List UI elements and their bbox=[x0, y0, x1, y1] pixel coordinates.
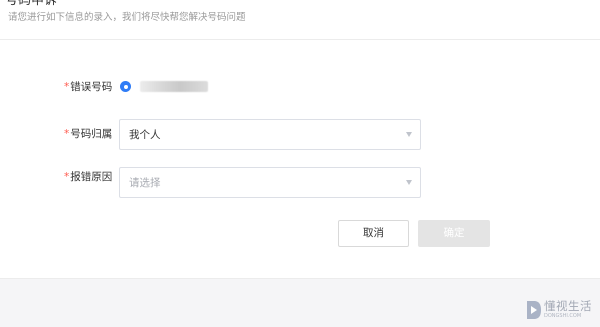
wrong-number-label: *错误号码 bbox=[64, 81, 113, 93]
ownership-label: *号码归属 bbox=[64, 128, 113, 140]
appeal-form bbox=[0, 40, 600, 278]
watermark-logo-icon bbox=[527, 301, 541, 319]
cancel-button[interactable]: 取消 bbox=[338, 220, 409, 247]
ownership-select-value: 我个人 bbox=[129, 129, 161, 141]
watermark-subtext: DONGSHI.COM bbox=[544, 313, 582, 319]
required-mark: * bbox=[64, 128, 70, 140]
chevron-down-icon bbox=[406, 132, 412, 137]
reason-label: *报错原因 bbox=[64, 171, 113, 183]
page-title: 号码申诉 bbox=[5, 0, 58, 8]
masked-phone-number bbox=[140, 81, 208, 92]
page-header: 号码申诉 请您进行如下信息的录入，我们将尽快帮您解决号码问题 bbox=[0, 0, 600, 40]
watermark-text: 懂视生活 bbox=[544, 299, 592, 313]
ownership-select[interactable]: 我个人 bbox=[119, 119, 421, 150]
confirm-button[interactable]: 确定 bbox=[418, 220, 490, 247]
chevron-down-icon bbox=[406, 180, 412, 185]
reason-select[interactable]: 请选择 bbox=[119, 167, 421, 198]
watermark: 懂视生活 DONGSHI.COM bbox=[526, 298, 598, 324]
reason-select-placeholder: 请选择 bbox=[129, 177, 161, 189]
page-footer bbox=[0, 278, 600, 327]
wrong-number-radio[interactable] bbox=[120, 81, 131, 92]
required-mark: * bbox=[64, 171, 70, 183]
required-mark: * bbox=[64, 81, 70, 93]
page-subtitle: 请您进行如下信息的录入，我们将尽快帮您解决号码问题 bbox=[8, 12, 246, 23]
